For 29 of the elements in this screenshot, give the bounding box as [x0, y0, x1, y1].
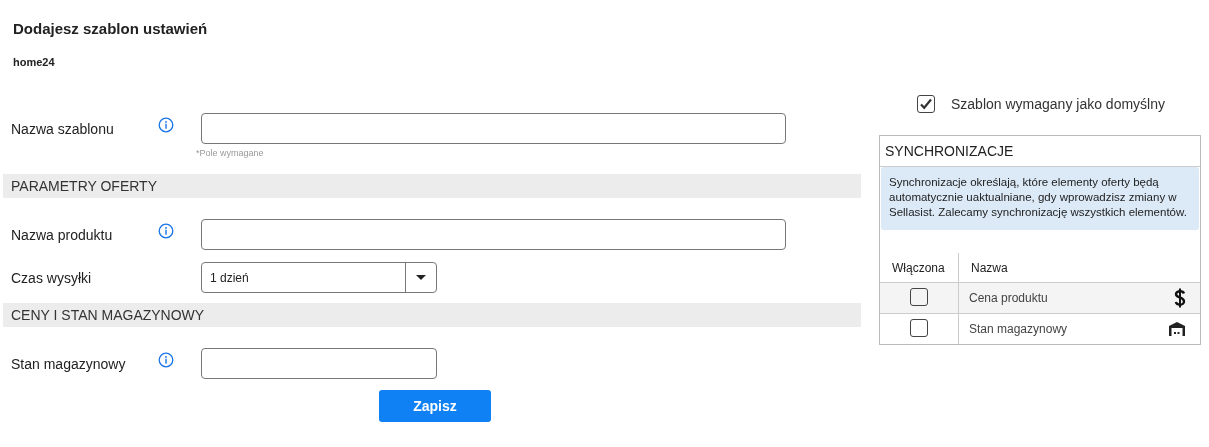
column-header: Włączona	[892, 260, 945, 275]
dollar-icon	[1174, 288, 1186, 308]
caret-icon	[416, 274, 426, 281]
input-field[interactable]	[201, 113, 786, 144]
warehouse-icon	[1168, 321, 1186, 337]
field-label: Nazwa szablonu	[11, 120, 115, 137]
input-field[interactable]	[201, 219, 786, 250]
info-icon[interactable]	[158, 223, 174, 239]
info-message: Synchronizacje określają, które elementy oferty będą automatycznie uaktualniane, gdy wprowadzisz zmiany w Sellasist. Zalecamy synchronizację wszystkich elementów.	[881, 167, 1199, 230]
section-title: PARAMETRY OFERTY	[10, 178, 157, 194]
checkbox[interactable]	[917, 95, 935, 113]
sync-item-name: Cena produktu	[969, 291, 1048, 305]
info-icon[interactable]	[158, 117, 174, 133]
field-label: Stan magazynowy	[11, 355, 127, 372]
required-hint: *Pole wymagane	[196, 148, 265, 158]
checkbox-label: Szablon wymagany jako domyślny	[951, 96, 1165, 112]
save-button[interactable]: Zapisz	[379, 390, 491, 422]
section-title: CENY I STAN MAGAZYNOWY	[10, 307, 205, 323]
checkbox[interactable]	[910, 318, 928, 337]
sync-item-name: Stan magazynowy	[969, 322, 1068, 336]
dropdown[interactable]: 1 dzień	[201, 262, 437, 293]
account-name: home24	[13, 56, 56, 68]
info-icon[interactable]	[158, 352, 174, 368]
field-label: Czas wysyłki	[11, 269, 93, 286]
input-field[interactable]	[201, 348, 437, 379]
column-header: Nazwa	[971, 260, 1008, 275]
page-title: Dodajesz szablon ustawień	[13, 20, 209, 37]
field-label: Nazwa produktu	[11, 226, 114, 243]
checkbox[interactable]	[910, 287, 928, 306]
